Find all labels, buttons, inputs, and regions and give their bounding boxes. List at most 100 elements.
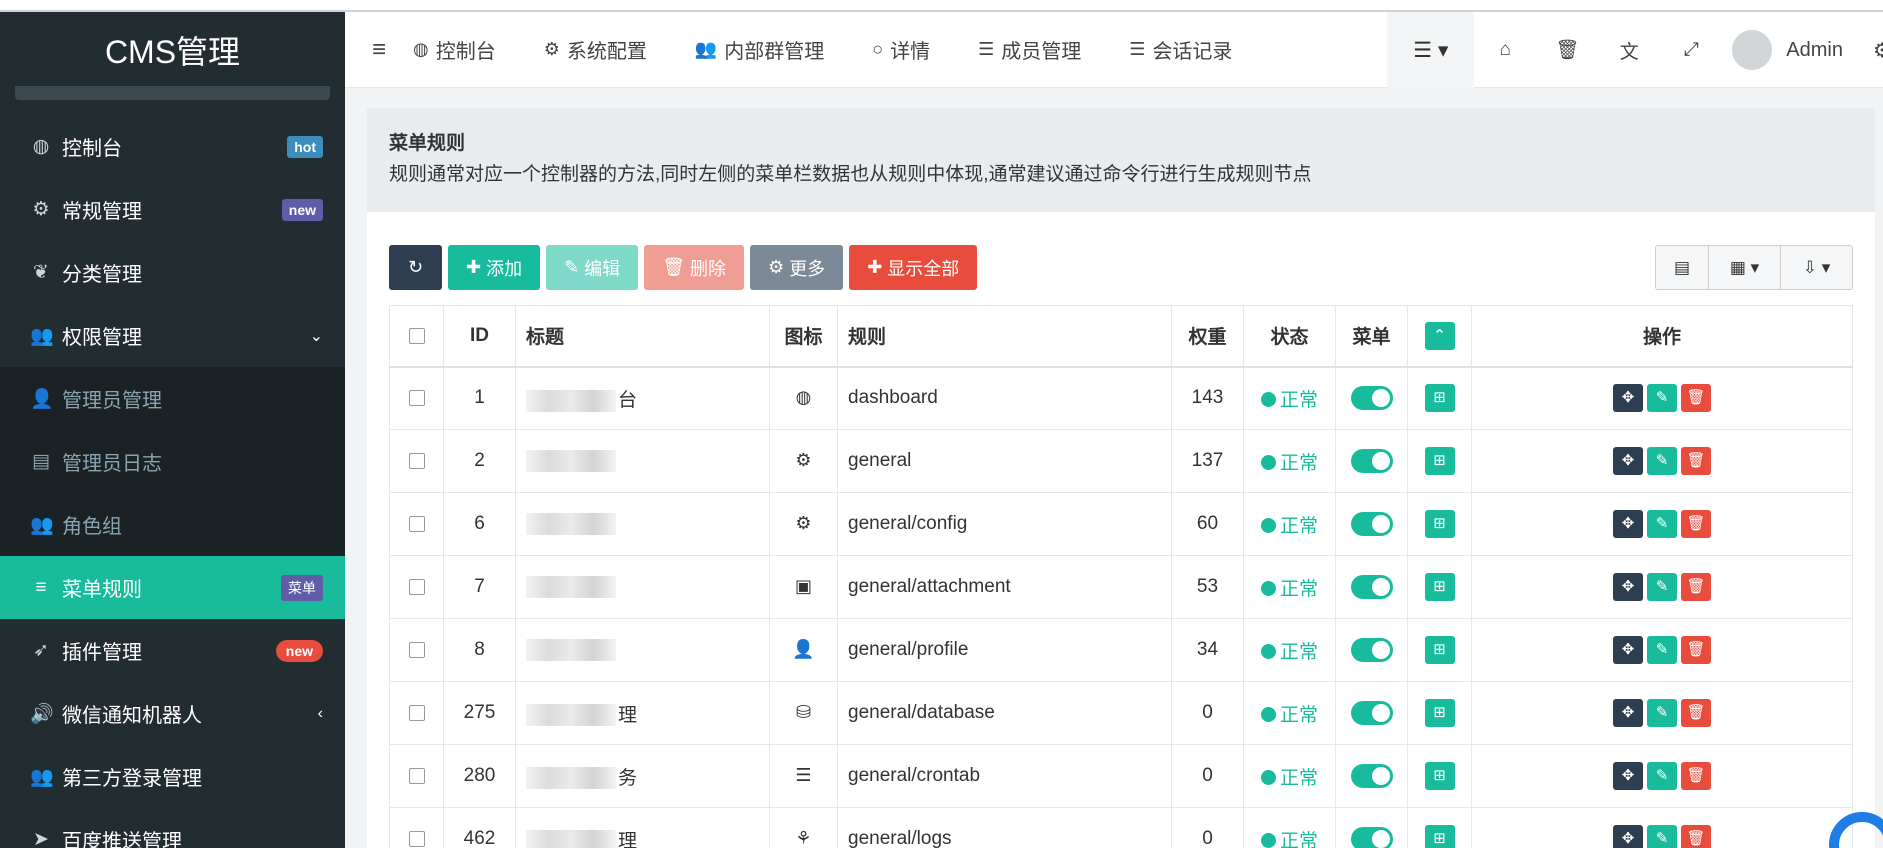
sidebar-item[interactable]: ▤ 管理员日志 bbox=[0, 430, 345, 493]
col-menu[interactable]: 菜单 bbox=[1335, 305, 1408, 368]
drag-move-icon[interactable]: ✥ bbox=[1613, 762, 1643, 790]
sitemap-icon[interactable]: ⊞ bbox=[1424, 573, 1455, 601]
sidebar-item[interactable]: ≡ 菜单规则 菜单 bbox=[0, 556, 345, 619]
menu-toggle[interactable] bbox=[1350, 386, 1393, 411]
sidebar-item[interactable]: ➤ 百度推送管理 bbox=[0, 808, 345, 848]
header-tab[interactable]: ⚙ 系统配置 bbox=[544, 35, 647, 64]
table-row[interactable]: 6 ⚙ general/config 60 正常 ⊞ ✥ ✎ 🗑 bbox=[389, 492, 1853, 556]
menu-toggle[interactable] bbox=[1350, 764, 1393, 788]
menu-toggle[interactable] bbox=[1350, 827, 1393, 848]
edit-pencil-icon[interactable]: ✎ bbox=[1647, 573, 1677, 601]
drag-move-icon[interactable]: ✥ bbox=[1613, 636, 1643, 664]
fullscreen-icon[interactable]: ⤢ bbox=[1660, 39, 1722, 61]
header-tab[interactable]: ☰ 成员管理 bbox=[978, 35, 1081, 64]
show-all-button[interactable]: ✚ 显示全部 bbox=[849, 245, 978, 290]
menu-toggle[interactable] bbox=[1350, 701, 1393, 725]
sidebar-item[interactable]: 👤 管理员管理 bbox=[0, 367, 345, 430]
drag-move-icon[interactable]: ✥ bbox=[1613, 384, 1643, 413]
header-tab[interactable]: ○ 详情 bbox=[872, 35, 930, 64]
sitemap-icon[interactable]: ⊞ bbox=[1424, 825, 1455, 848]
menu-toggle[interactable] bbox=[1350, 512, 1393, 536]
delete-button[interactable]: 🗑 删除 bbox=[644, 245, 745, 290]
menu-toggle[interactable] bbox=[1350, 449, 1393, 473]
card-view-button[interactable]: ▤ bbox=[1656, 246, 1708, 289]
table-row[interactable]: 1 台 ◍ dashboard 143 正常 ⊞ ✥ ✎ 🗑 bbox=[389, 366, 1853, 430]
drag-move-icon[interactable]: ✥ bbox=[1613, 447, 1643, 475]
sitemap-icon[interactable]: ⊞ bbox=[1424, 510, 1455, 538]
delete-trash-icon[interactable]: 🗑 bbox=[1681, 447, 1711, 475]
sidebar-item[interactable]: 👥 角色组 bbox=[0, 493, 345, 556]
sidebar-item[interactable]: 👥 第三方登录管理 bbox=[0, 745, 345, 808]
edit-pencil-icon[interactable]: ✎ bbox=[1647, 636, 1677, 664]
export-dropdown-button[interactable]: ⇩ ▾ bbox=[1780, 246, 1852, 289]
edit-pencil-icon[interactable]: ✎ bbox=[1647, 384, 1677, 413]
select-all-checkbox[interactable] bbox=[408, 327, 425, 344]
sidebar-item[interactable]: ⚙ 常规管理 new bbox=[0, 178, 345, 241]
drag-move-icon[interactable]: ✥ bbox=[1613, 510, 1643, 538]
table-row[interactable]: 7 ▣ general/attachment 53 正常 ⊞ ✥ ✎ 🗑 bbox=[389, 555, 1853, 619]
sidebar-item[interactable]: ❦ 分类管理 bbox=[0, 241, 345, 304]
row-checkbox[interactable] bbox=[408, 641, 425, 658]
gear-icon[interactable]: ⚙ bbox=[1873, 38, 1883, 63]
sidebar-toggle-icon[interactable]: ≡ bbox=[345, 36, 413, 64]
row-checkbox[interactable] bbox=[408, 515, 425, 532]
col-title[interactable]: 标题 bbox=[515, 305, 770, 368]
brand-logo[interactable]: CMS管理 bbox=[0, 12, 345, 88]
row-checkbox[interactable] bbox=[408, 704, 425, 721]
avatar[interactable] bbox=[1732, 30, 1773, 70]
header-tab[interactable]: ☰ 会话记录 bbox=[1129, 35, 1232, 64]
sitemap-icon[interactable]: ⊞ bbox=[1424, 384, 1455, 413]
sidebar-item[interactable]: ➶ 插件管理 new bbox=[0, 619, 345, 682]
refresh-button[interactable]: ↻ bbox=[389, 245, 442, 290]
delete-trash-icon[interactable]: 🗑 bbox=[1681, 825, 1711, 848]
header-tab[interactable]: ◍ 控制台 bbox=[413, 35, 496, 64]
add-button[interactable]: ✚ 添加 bbox=[448, 245, 541, 290]
edit-pencil-icon[interactable]: ✎ bbox=[1647, 762, 1677, 790]
delete-trash-icon[interactable]: 🗑 bbox=[1681, 762, 1711, 790]
col-id[interactable]: ID bbox=[443, 305, 516, 368]
row-checkbox[interactable] bbox=[408, 452, 425, 469]
row-checkbox[interactable] bbox=[408, 767, 425, 784]
trash-icon[interactable]: 🗑 bbox=[1536, 38, 1598, 62]
sitemap-icon[interactable]: ⊞ bbox=[1424, 699, 1455, 727]
drag-move-icon[interactable]: ✥ bbox=[1613, 825, 1643, 848]
menu-toggle[interactable] bbox=[1350, 575, 1393, 599]
menu-toggle[interactable] bbox=[1350, 638, 1393, 662]
table-row[interactable]: 8 👤 general/profile 34 正常 ⊞ ✥ ✎ 🗑 bbox=[389, 618, 1853, 682]
delete-trash-icon[interactable]: 🗑 bbox=[1681, 573, 1711, 601]
admin-username[interactable]: Admin bbox=[1786, 39, 1843, 62]
table-row[interactable]: 2 ⚙ general 137 正常 ⊞ ✥ ✎ 🗑 bbox=[389, 429, 1853, 493]
edit-pencil-icon[interactable]: ✎ bbox=[1647, 447, 1677, 475]
sidebar-item[interactable]: 🔊 微信通知机器人 ‹ bbox=[0, 682, 345, 745]
delete-trash-icon[interactable]: 🗑 bbox=[1681, 384, 1711, 413]
sitemap-icon[interactable]: ⊞ bbox=[1424, 762, 1455, 790]
edit-button[interactable]: ✎ 编辑 bbox=[546, 245, 639, 290]
edit-pencil-icon[interactable]: ✎ bbox=[1647, 825, 1677, 848]
col-weigh[interactable]: 权重 bbox=[1171, 305, 1244, 368]
edit-pencil-icon[interactable]: ✎ bbox=[1647, 699, 1677, 727]
delete-trash-icon[interactable]: 🗑 bbox=[1681, 636, 1711, 664]
tab-list-dropdown-button[interactable]: ☰ ▾ bbox=[1387, 12, 1475, 88]
row-checkbox[interactable] bbox=[408, 390, 425, 407]
sidebar-item[interactable]: ◍ 控制台 hot bbox=[0, 115, 345, 178]
drag-move-icon[interactable]: ✥ bbox=[1613, 699, 1643, 727]
sitemap-icon[interactable]: ⊞ bbox=[1424, 636, 1455, 664]
language-icon[interactable]: 文 bbox=[1598, 37, 1660, 64]
sitemap-icon[interactable]: ⊞ bbox=[1424, 447, 1455, 475]
home-icon[interactable]: ⌂ bbox=[1474, 39, 1536, 61]
edit-pencil-icon[interactable]: ✎ bbox=[1647, 510, 1677, 538]
col-icon[interactable]: 图标 bbox=[769, 305, 838, 368]
row-checkbox[interactable] bbox=[408, 830, 425, 847]
drag-move-icon[interactable]: ✥ bbox=[1613, 573, 1643, 601]
chevron-up-icon[interactable]: ⌃ bbox=[1424, 321, 1455, 350]
col-rule[interactable]: 规则 bbox=[837, 305, 1172, 368]
columns-dropdown-button[interactable]: ▦ ▾ bbox=[1708, 246, 1780, 289]
delete-trash-icon[interactable]: 🗑 bbox=[1681, 699, 1711, 727]
sidebar-item[interactable]: 👥 权限管理 ⌄ bbox=[0, 304, 345, 367]
header-tab[interactable]: 👥 内部群管理 bbox=[695, 35, 824, 64]
table-row[interactable]: 280 务 ☰ general/crontab 0 正常 ⊞ ✥ ✎ 🗑 bbox=[389, 744, 1853, 808]
sidebar-search-bar[interactable] bbox=[15, 86, 330, 100]
table-row[interactable]: 275 理 ⛁ general/database 0 正常 ⊞ ✥ ✎ 🗑 bbox=[389, 681, 1853, 745]
table-row[interactable]: 462 理 ⚘ general/logs 0 正常 ⊞ ✥ ✎ 🗑 bbox=[389, 807, 1853, 848]
delete-trash-icon[interactable]: 🗑 bbox=[1681, 510, 1711, 538]
